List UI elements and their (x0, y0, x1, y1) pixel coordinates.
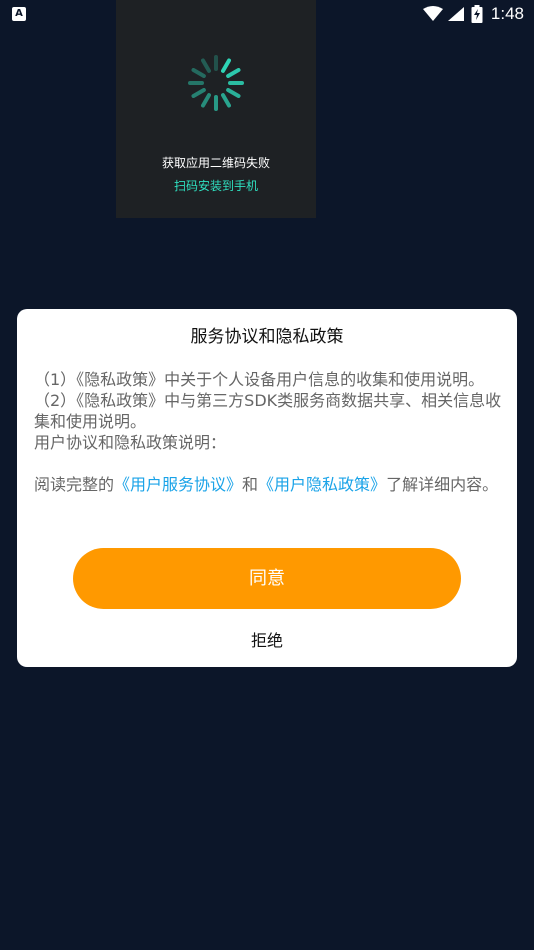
status-time: 1:48 (490, 4, 524, 23)
spinner-spoke (221, 93, 231, 108)
reject-button[interactable]: 拒绝 (17, 627, 517, 651)
spinner-spoke (226, 68, 241, 78)
privacy-policy-link[interactable]: 《用户隐私政策》 (258, 475, 386, 494)
dialog-line-2: （2）《隐私政策》中与第三方SDK类服务商数据共享、相关信息收集和使用说明。 (34, 391, 502, 431)
spinner-spoke (201, 58, 211, 73)
privacy-dialog: 服务协议和隐私政策 （1）《隐私政策》中关于个人设备用户信息的收集和使用说明。 … (17, 309, 517, 667)
status-icons: 1:48 (422, 4, 524, 24)
dialog-body: （1）《隐私政策》中关于个人设备用户信息的收集和使用说明。 （2）《隐私政策》中… (34, 369, 504, 495)
read-prefix: 阅读完整的 (34, 475, 115, 494)
scan-install-hint[interactable]: 扫码安装到手机 (116, 177, 316, 194)
spinner-spoke (191, 88, 206, 98)
screen: A 1:48 获取应用二维码失败 扫码安装到手机 服务协议和隐私政策 （1）《隐… (0, 0, 534, 950)
spinner-spoke (221, 58, 231, 73)
wifi-icon (422, 6, 443, 21)
qr-loading-panel: 获取应用二维码失败 扫码安装到手机 (116, 0, 316, 218)
spinner-spoke (226, 88, 241, 98)
read-and: 和 (242, 475, 259, 494)
dialog-line-1: （1）《隐私政策》中关于个人设备用户信息的收集和使用说明。 (34, 370, 485, 389)
spinner-spoke (201, 93, 211, 108)
agree-button[interactable]: 同意 (73, 548, 461, 609)
dialog-title: 服务协议和隐私政策 (190, 327, 344, 347)
signal-icon (447, 7, 464, 21)
loading-spinner-icon (188, 55, 244, 111)
read-suffix: 了解详细内容。 (386, 475, 499, 494)
read-full-text: 阅读完整的《用户服务协议》和《用户隐私政策》了解详细内容。 (34, 474, 504, 495)
dialog-line-3: 用户协议和隐私政策说明： (34, 433, 227, 452)
spinner-spoke (191, 68, 206, 78)
user-agreement-link[interactable]: 《用户服务协议》 (114, 475, 242, 494)
qr-error-text: 获取应用二维码失败 (161, 156, 270, 170)
app-notification-icon: A (12, 7, 26, 21)
battery-charging-icon (471, 5, 483, 23)
